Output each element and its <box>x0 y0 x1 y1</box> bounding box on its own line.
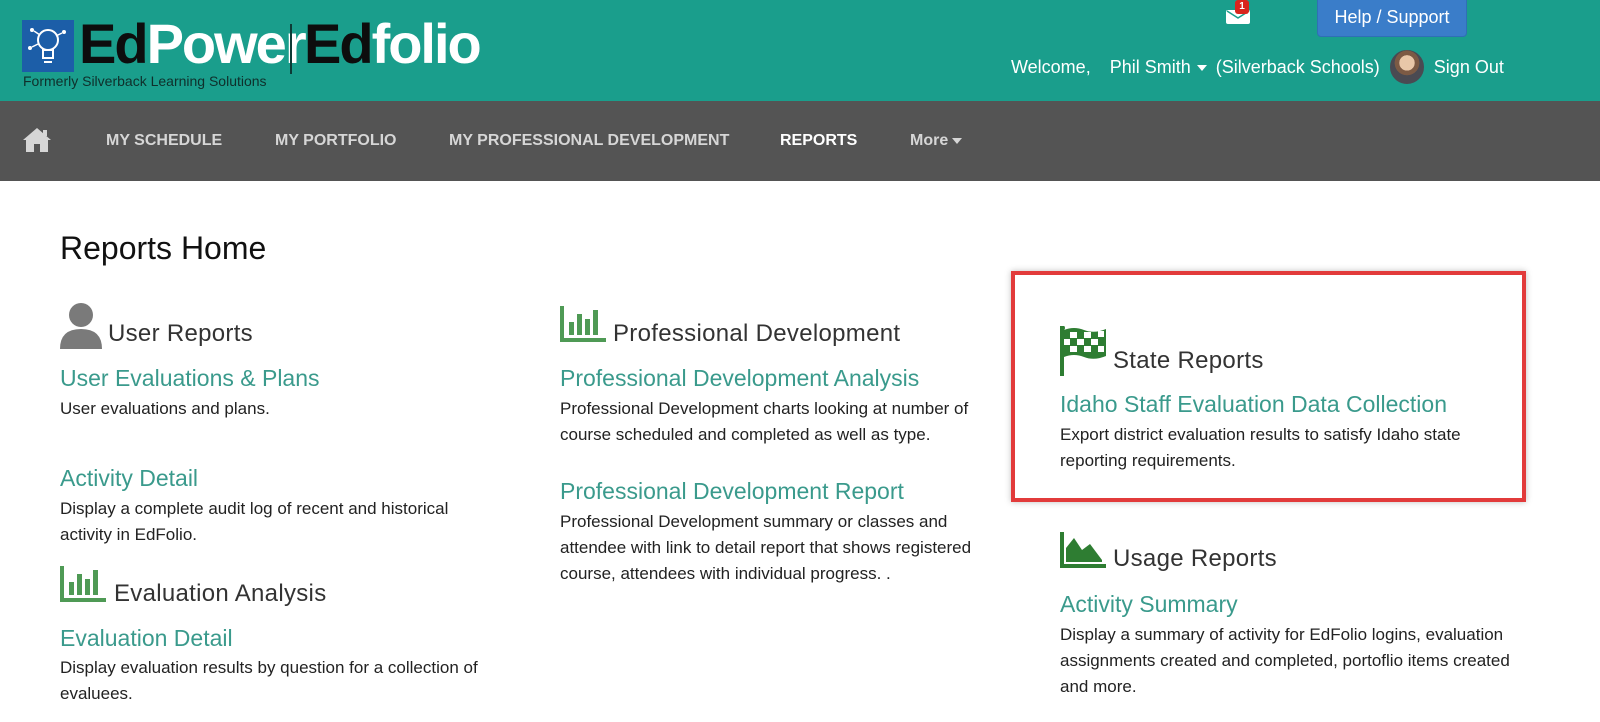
nav-reports[interactable]: REPORTS <box>780 132 857 150</box>
edpower-edfolio-logo[interactable]: EdPower Edfolio Formerly Silverback Lear… <box>22 12 502 93</box>
mail-count-badge: 1 <box>1235 0 1249 14</box>
app-header: EdPower Edfolio Formerly Silverback Lear… <box>0 0 1600 101</box>
logo-ed2-part: Ed <box>304 12 374 75</box>
user-icon <box>60 301 102 354</box>
section-title-state-reports: State Reports <box>1113 347 1264 374</box>
nav-my-professional-development[interactable]: MY PROFESSIONAL DEVELOPMENT <box>449 132 729 150</box>
help-support-button[interactable]: Help / Support <box>1317 0 1467 37</box>
link-user-evaluations-plans[interactable]: User Evaluations & Plans <box>60 365 320 392</box>
organization-name: (Silverback Schools) <box>1215 56 1380 77</box>
caret-down-icon <box>1196 64 1207 71</box>
bar-chart-icon <box>60 566 106 607</box>
desc-activity-detail: Display a complete audit log of recent a… <box>60 499 449 544</box>
logo-tagline: Formerly Silverback Learning Solutions <box>23 73 267 89</box>
link-professional-development-analysis[interactable]: Professional Development Analysis <box>560 365 919 392</box>
bar-chart-icon <box>560 306 606 347</box>
desc-user-evaluations-plans: User evaluations and plans. <box>60 399 270 418</box>
section-title-user-reports: User Reports <box>108 320 253 347</box>
caret-down-icon <box>952 137 963 144</box>
logo-folio-part: folio <box>371 12 482 75</box>
user-bar: Welcome, Phil Smith (Silverback Schools)… <box>1011 48 1504 86</box>
logo-power-part: Power <box>146 12 307 75</box>
desc-activity-summary: Display a summary of activity for EdFoli… <box>1060 625 1510 696</box>
home-icon[interactable] <box>22 127 52 153</box>
page-title: Reports Home <box>60 230 267 266</box>
link-evaluation-detail[interactable]: Evaluation Detail <box>60 625 233 652</box>
logo-ed-part: Ed <box>79 12 149 75</box>
nav-my-portfolio[interactable]: MY PORTFOLIO <box>275 132 396 150</box>
section-title-usage-reports: Usage Reports <box>1113 545 1277 572</box>
desc-professional-development-analysis: Professional Development charts looking … <box>560 399 969 444</box>
nav-more-dropdown[interactable]: More <box>910 132 963 150</box>
user-menu-dropdown[interactable]: Phil Smith <box>1110 57 1207 78</box>
logo-divider <box>290 24 292 74</box>
welcome-text: Welcome, <box>1011 56 1091 77</box>
link-idaho-staff-evaluation-data-collection[interactable]: Idaho Staff Evaluation Data Collection <box>1060 391 1447 418</box>
desc-professional-development-report: Professional Development summary or clas… <box>560 512 972 583</box>
desc-idaho-staff-evaluation-data-collection: Export district evaluation results to sa… <box>1060 425 1461 470</box>
nav-my-schedule[interactable]: MY SCHEDULE <box>106 132 222 150</box>
checkered-flag-icon <box>1059 325 1108 381</box>
user-name: Phil Smith <box>1109 56 1191 77</box>
logo-edpower-text: EdPower <box>79 12 307 76</box>
user-avatar[interactable] <box>1387 48 1426 86</box>
link-professional-development-report[interactable]: Professional Development Report <box>560 478 904 505</box>
main-nav: MY SCHEDULE MY PORTFOLIO MY PROFESSIONAL… <box>0 101 1600 181</box>
link-activity-detail[interactable]: Activity Detail <box>60 465 198 492</box>
lightbulb-logo-icon <box>22 20 74 72</box>
nav-more-label: More <box>910 132 949 149</box>
area-chart-icon <box>1060 532 1106 573</box>
link-activity-summary[interactable]: Activity Summary <box>1060 591 1238 618</box>
desc-evaluation-detail: Display evaluation results by question f… <box>60 658 478 703</box>
section-title-professional-development: Professional Development <box>613 320 901 347</box>
mail-icon[interactable]: 1 <box>1226 0 1250 24</box>
section-title-evaluation-analysis: Evaluation Analysis <box>114 580 327 607</box>
logo-edfolio-text: Edfolio <box>304 12 482 76</box>
sign-out-link[interactable]: Sign Out <box>1434 57 1504 78</box>
